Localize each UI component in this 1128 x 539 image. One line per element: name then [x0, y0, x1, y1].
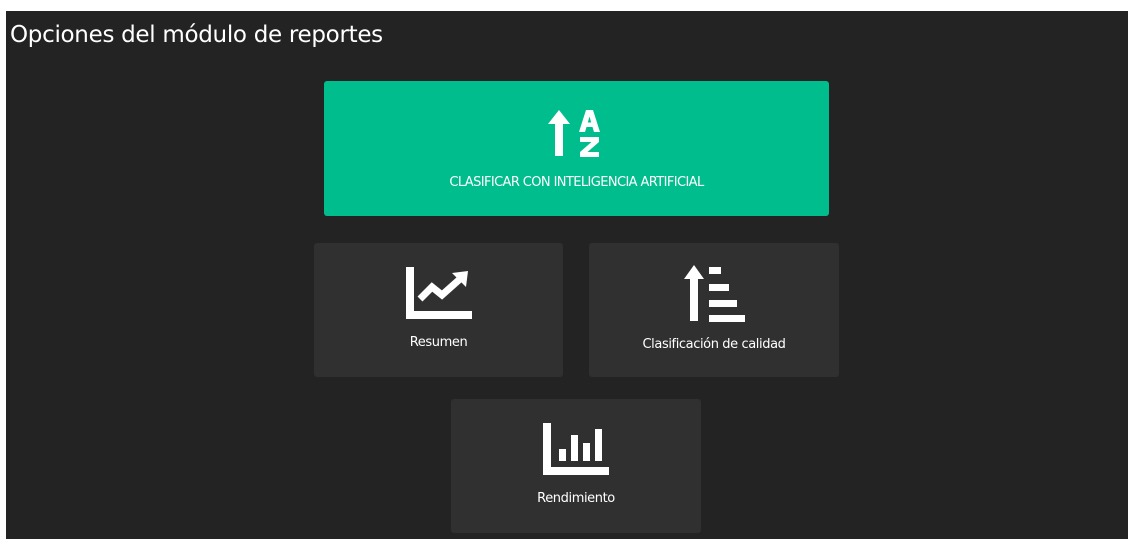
- classify-ai-label: CLASIFICAR CON INTELIGENCIA ARTIFICIAL: [449, 175, 704, 190]
- summary-button[interactable]: Resumen: [314, 243, 563, 377]
- sort-alpha-up-icon: [547, 110, 600, 157]
- classify-ai-button[interactable]: CLASIFICAR CON INTELIGENCIA ARTIFICIAL: [324, 81, 829, 216]
- quality-classification-label: Clasificación de calidad: [642, 337, 786, 352]
- summary-label: Resumen: [409, 335, 468, 350]
- line-chart-icon: [405, 267, 472, 319]
- reports-panel: Opciones del módulo de reportes CLASIFIC…: [6, 11, 1128, 539]
- sort-amount-up-icon: [684, 265, 745, 322]
- quality-classification-button[interactable]: Clasificación de calidad: [589, 243, 839, 377]
- performance-label: Rendimiento: [537, 491, 615, 506]
- performance-button[interactable]: Rendimiento: [451, 399, 701, 533]
- bar-chart-icon: [543, 423, 609, 475]
- page-title: Opciones del módulo de reportes: [10, 22, 383, 48]
